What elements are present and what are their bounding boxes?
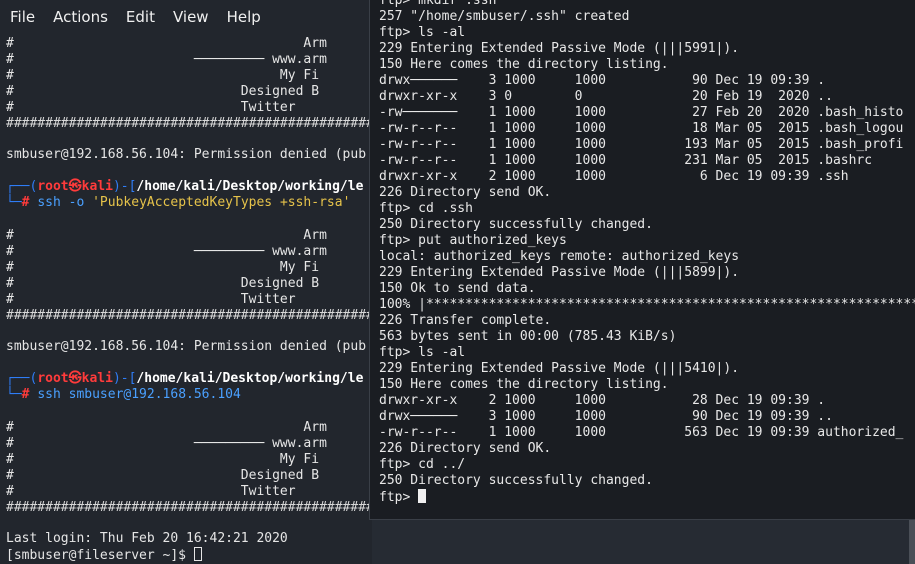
prompt-lead: └─ <box>6 195 22 210</box>
terminal-window-left[interactable]: File Actions Edit View Help # Arm # ────… <box>0 0 372 564</box>
shell-prompt: [smbuser@fileserver ~]$ <box>6 548 194 563</box>
ftp-output-line: ftp> cd .ssh <box>379 201 473 216</box>
command-line: └─# ssh smbuser@192.168.56.104 <box>6 387 241 403</box>
prompt-lead: └─ <box>6 387 22 402</box>
permission-denied-line: smbuser@192.168.56.104: Permission denie… <box>6 339 367 354</box>
ftp-output-line: ftp> ls -al <box>379 345 466 360</box>
ftp-output-line: 250 Directory successfully changed. <box>379 217 653 232</box>
prompt-line: ┌──(root㉿kali)-[/home/kali/Desktop/worki… <box>6 371 363 387</box>
ftp-output-line: 226 Directory send OK. <box>379 441 552 456</box>
ftp-output-line: 563 bytes sent in 00:00 (785.43 KiB/s) <box>379 329 677 344</box>
ftp-output-line: -rw-r--r-- 1 1000 1000 231 Mar 05 2015 .… <box>379 153 873 168</box>
command-text: ssh -o <box>37 195 93 210</box>
banner-line: # Arm <box>6 36 327 51</box>
command-text: ssh smbuser@192.168.56.104 <box>37 387 241 402</box>
hash-divider: ########################################… <box>6 116 372 131</box>
prompt-box-open: ┌──( <box>6 179 38 194</box>
ftp-output-line: ftp> ls -al <box>379 25 466 40</box>
banner-line: # Arm <box>6 228 327 243</box>
ftp-output-line: ftp> put authorized_keys <box>379 233 567 248</box>
banner-line: # Designed B <box>6 468 320 483</box>
ftp-output-line: 150 Here comes the directory listing. <box>379 57 669 72</box>
text-cursor-icon <box>418 489 427 503</box>
banner-line: # My Fi <box>6 68 320 83</box>
ftp-output-line: drwx────── 3 1000 1000 90 Dec 19 09:39 . <box>379 73 826 88</box>
ftp-output-line: 100% |**********************************… <box>379 297 915 312</box>
banner-line: # Designed B <box>6 84 320 99</box>
ftp-output-line: local: authorized_keys remote: authorize… <box>379 249 740 264</box>
banner-line: # ───────── www.arm <box>6 436 327 451</box>
menu-file[interactable]: File <box>10 8 35 26</box>
menu-actions[interactable]: Actions <box>53 8 108 26</box>
prompt-user: root㉿kali <box>37 179 113 194</box>
menu-view[interactable]: View <box>173 8 209 26</box>
ftp-output-line: -rw─────── 1 1000 1000 27 Feb 20 2020 .b… <box>379 105 904 120</box>
ftp-output-line: drwx────── 3 1000 1000 90 Dec 19 09:39 .… <box>379 409 833 424</box>
ftp-output-line: 229 Entering Extended Passive Mode (|||5… <box>379 41 740 56</box>
ftp-prompt: ftp> <box>379 490 419 505</box>
prompt-box-open: ┌──( <box>6 371 38 386</box>
prompt-hash: # <box>21 195 38 210</box>
prompt-path: /home/kali/Desktop/working/le <box>136 371 364 386</box>
ftp-prompt-line[interactable]: ftp> <box>379 489 427 505</box>
banner-line: # My Fi <box>6 452 320 467</box>
ftp-output-line: drwxr-xr-x 3 0 0 20 Feb 19 2020 .. <box>379 89 833 104</box>
menu-edit[interactable]: Edit <box>126 8 155 26</box>
permission-denied-line: smbuser@192.168.56.104: Permission denie… <box>6 147 367 162</box>
hash-divider: ########################################… <box>6 308 372 323</box>
banner-line: # Twitter <box>6 292 296 307</box>
ftp-output-line: 250 Directory successfully changed. <box>379 473 653 488</box>
ftp-output-line: ftp> cd ../ <box>379 457 466 472</box>
hash-divider: ########################################… <box>6 500 372 515</box>
prompt-box-close: )-[ <box>112 371 137 386</box>
banner-line: # Twitter <box>6 100 296 115</box>
ftp-output-line: 226 Directory send OK. <box>379 185 552 200</box>
ftp-terminal-window[interactable]: ftp> mkdir .ssh 257 "/home/smbuser/.ssh" … <box>369 0 915 520</box>
command-arg: 'PubkeyAcceptedKeyTypes +ssh-rsa' <box>92 195 351 210</box>
prompt-user: root㉿kali <box>37 371 113 386</box>
banner-line: # My Fi <box>6 260 320 275</box>
prompt-box-close: )-[ <box>112 179 137 194</box>
ftp-output-line: 150 Here comes the directory listing. <box>379 377 669 392</box>
banner-line: # ───────── www.arm <box>6 244 327 259</box>
prompt-path: /home/kali/Desktop/working/le <box>136 179 364 194</box>
prompt-line: ┌──(root㉿kali)-[/home/kali/Desktop/worki… <box>6 179 363 195</box>
ftp-output-line: 229 Entering Extended Passive Mode (|||5… <box>379 361 740 376</box>
ftp-output-line: -rw-r--r-- 1 1000 1000 18 Mar 05 2015 .b… <box>379 121 904 136</box>
ftp-output-line: 257 "/home/smbuser/.ssh" created <box>379 9 630 24</box>
ftp-output-line: 226 Transfer complete. <box>379 313 552 328</box>
menu-help[interactable]: Help <box>227 8 261 26</box>
banner-line: # Designed B <box>6 276 320 291</box>
ftp-output-line: drwxr-xr-x 2 1000 1000 6 Dec 19 09:39 .s… <box>379 169 849 184</box>
ftp-output-line: ftp> mkdir .ssh <box>379 0 497 8</box>
ftp-output-line: -rw-r--r-- 1 1000 1000 563 Dec 19 09:39 … <box>379 425 904 440</box>
banner-line: # Arm <box>6 420 327 435</box>
ftp-output-line: 229 Entering Extended Passive Mode (|||5… <box>379 265 740 280</box>
ftp-output-line: -rw-r--r-- 1 1000 1000 193 Mar 05 2015 .… <box>379 137 904 152</box>
banner-line: # ───────── www.arm <box>6 52 327 67</box>
text-cursor-icon <box>193 547 202 561</box>
ftp-output-line: 150 Ok to send data. <box>379 281 536 296</box>
menu-bar: File Actions Edit View Help <box>0 0 372 34</box>
prompt-hash: # <box>21 387 38 402</box>
command-line: └─# ssh -o 'PubkeyAcceptedKeyTypes +ssh-… <box>6 195 350 211</box>
banner-line: # Twitter <box>6 484 296 499</box>
shell-prompt-line[interactable]: [smbuser@fileserver ~]$ <box>6 547 202 563</box>
last-login-line: Last login: Thu Feb 20 16:42:21 2020 <box>6 531 288 546</box>
ftp-output-line: drwxr-xr-x 2 1000 1000 28 Dec 19 09:39 . <box>379 393 826 408</box>
scrollbar[interactable] <box>909 520 915 564</box>
